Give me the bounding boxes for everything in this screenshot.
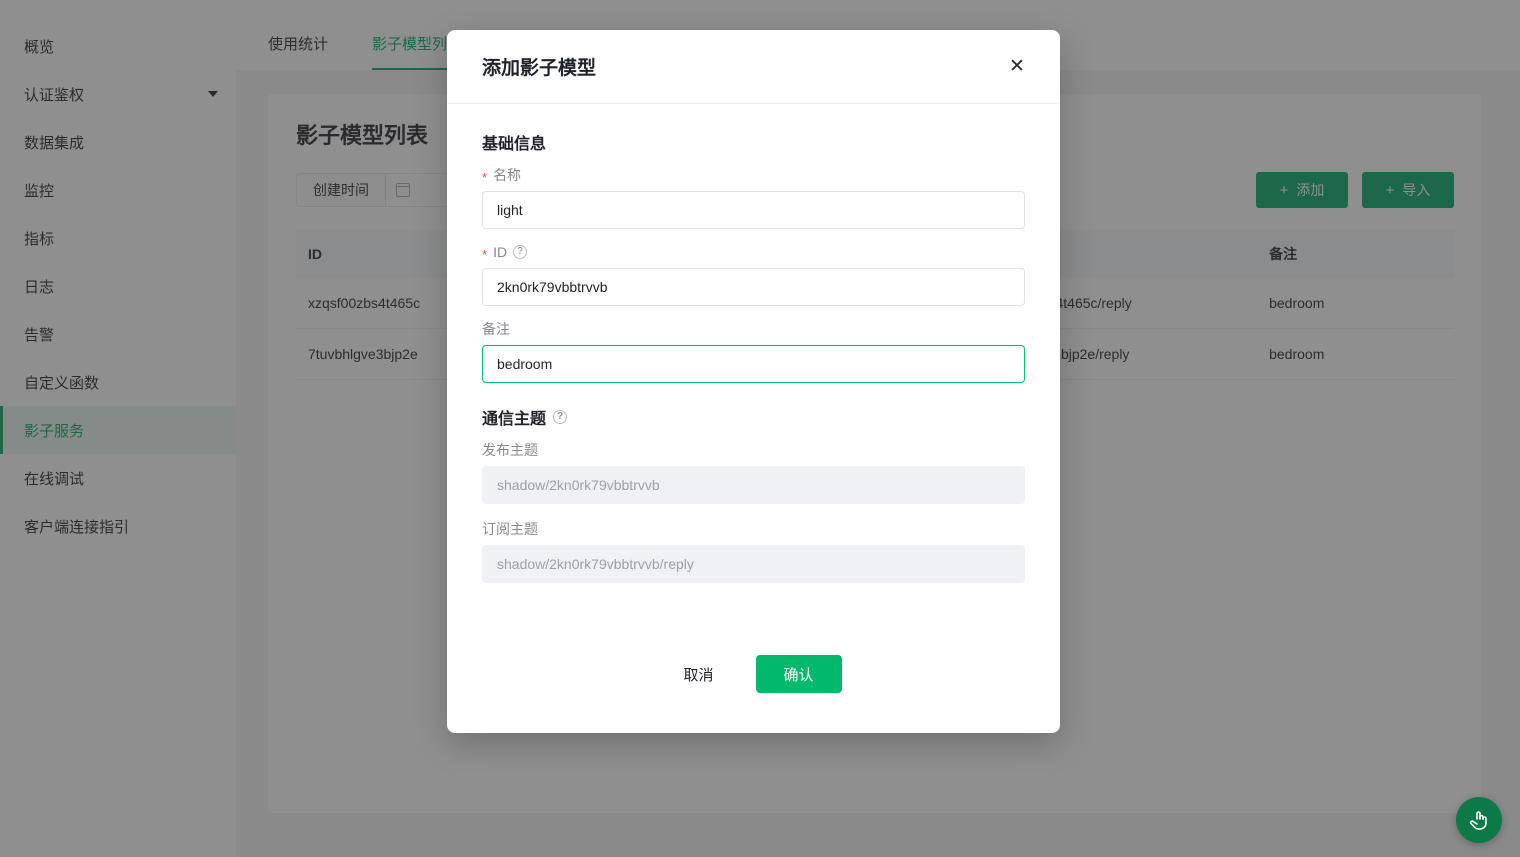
- publish-topic-label: 发布主题: [482, 443, 1025, 457]
- help-circle-icon[interactable]: ?: [513, 245, 528, 259]
- publish-topic-input: [482, 466, 1025, 504]
- dialog-header: 添加影子模型 ✕: [447, 30, 1060, 104]
- name-field-label: * 名称: [482, 167, 1025, 185]
- name-label-text: 名称: [493, 167, 522, 183]
- communication-topic-heading-label: 通信主题: [482, 411, 547, 428]
- dialog-footer: 取消 确认: [447, 633, 1060, 733]
- name-input[interactable]: [482, 191, 1025, 229]
- dialog-title: 添加影子模型: [482, 58, 597, 79]
- id-field-label: * ID ?: [482, 244, 1025, 262]
- publish-topic-label-text: 发布主题: [482, 442, 538, 458]
- subscribe-topic-field-group: 订阅主题: [482, 522, 1025, 583]
- confirm-button[interactable]: 确认: [755, 655, 842, 693]
- subscribe-topic-input: [482, 545, 1025, 583]
- communication-topic-section: 通信主题 ? 发布主题 订阅主题: [482, 405, 1025, 583]
- required-asterisk-icon: *: [482, 246, 488, 262]
- help-circle-icon[interactable]: ?: [553, 410, 568, 424]
- app-root: 概览 认证鉴权 数据集成 监控 指标 日志 告警 自定义函数: [0, 0, 1520, 857]
- subscribe-topic-label-text: 订阅主题: [482, 521, 538, 537]
- id-label-text: ID: [493, 244, 508, 260]
- remark-field-group: 备注: [482, 322, 1025, 383]
- add-shadow-model-dialog: 添加影子模型 ✕ 基础信息 * 名称 * ID ?: [447, 30, 1060, 733]
- remark-label-text: 备注: [482, 321, 510, 337]
- communication-topic-heading: 通信主题 ?: [482, 405, 1025, 429]
- hand-pointer-icon: [1469, 811, 1487, 830]
- remark-field-label: 备注: [482, 322, 1025, 336]
- remark-input[interactable]: [482, 345, 1025, 383]
- dialog-body: 基础信息 * 名称 * ID ? 备注: [447, 104, 1060, 633]
- basic-info-heading: 基础信息: [482, 130, 1025, 154]
- hand-pointer-fab-button[interactable]: [1456, 797, 1502, 843]
- publish-topic-field-group: 发布主题: [482, 443, 1025, 504]
- required-asterisk-icon: *: [482, 169, 488, 185]
- close-icon[interactable]: ✕: [1002, 52, 1032, 82]
- cancel-button[interactable]: 取消: [665, 655, 731, 693]
- subscribe-topic-label: 订阅主题: [482, 522, 1025, 536]
- id-field-group: * ID ?: [482, 245, 1025, 306]
- id-input[interactable]: [482, 268, 1025, 306]
- name-field-group: * 名称: [482, 168, 1025, 229]
- basic-info-heading-label: 基础信息: [482, 136, 547, 153]
